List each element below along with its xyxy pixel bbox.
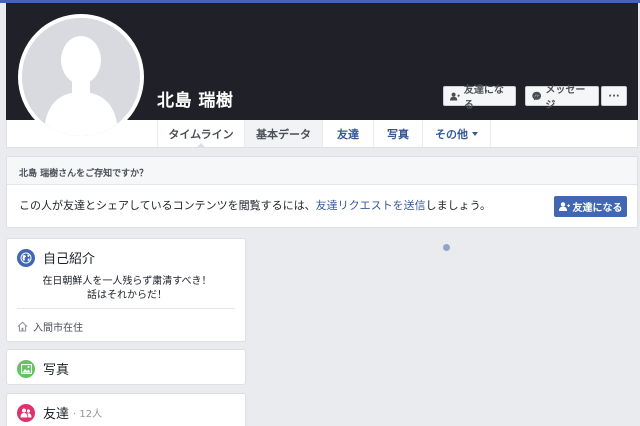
message-label: メッセージ [545, 85, 586, 111]
friends-title: 友達 [43, 407, 70, 422]
tab-timeline[interactable]: タイムライン [157, 120, 245, 148]
messenger-icon [532, 91, 542, 101]
add-friend-primary-label: 友達になる [572, 203, 623, 214]
intro-divider [17, 308, 235, 309]
add-friend-label: 友達になる [463, 85, 504, 111]
add-friend-primary-button[interactable]: 友達になる [554, 196, 627, 217]
tab-more[interactable]: その他 [423, 120, 491, 147]
intro-location: 入間市在住 [17, 319, 83, 334]
person-add-icon [558, 202, 570, 211]
intro-title: 自己紹介 [43, 252, 96, 267]
more-options-label: ··· [608, 90, 620, 102]
photos-title: 写真 [43, 363, 70, 378]
tab-photos[interactable]: 写真 [374, 120, 423, 147]
friends-card: 友達 · 12人 [6, 393, 246, 426]
tab-more-label: その他 [435, 127, 468, 141]
intro-bio-line-1: 在日朝鮮人を一人残らず粛清すべき！ [42, 276, 212, 287]
send-friend-request-link[interactable]: 友達リクエストを送信 [316, 199, 426, 212]
intro-card: 自己紹介 在日朝鮮人を一人残らず粛清すべき！ 話はそれからだ！ 入間市在住 [6, 238, 246, 342]
intro-bio: 在日朝鮮人を一人残らず粛清すべき！ 話はそれからだ！ [7, 275, 247, 303]
profile-picture[interactable] [18, 14, 144, 140]
do-you-know-text: この人が友達とシェアしているコンテンツを閲覧するには、友達リクエストを送信しまし… [19, 197, 491, 213]
home-icon [17, 321, 28, 332]
person-add-icon [450, 92, 460, 101]
tab-timeline-label: タイムライン [168, 127, 234, 141]
photos-header[interactable]: 写真 [17, 359, 69, 378]
add-friend-button[interactable]: 友達になる [443, 85, 516, 111]
tab-friends-label: 友達 [337, 127, 359, 141]
message-button[interactable]: メッセージ [525, 85, 599, 111]
tab-friends[interactable]: 友達 [323, 120, 374, 147]
default-avatar-icon [22, 18, 140, 136]
more-options-button[interactable]: ··· [601, 86, 627, 106]
friends-count: · 12人 [73, 409, 103, 420]
loading-indicator [443, 244, 450, 251]
tab-about[interactable]: 基本データ [245, 120, 323, 147]
do-you-know-text-before: この人が友達とシェアしているコンテンツを閲覧するには、 [19, 199, 316, 212]
photo-icon [17, 359, 35, 378]
photos-card: 写真 [6, 349, 246, 385]
do-you-know-text-after: しましょう。 [425, 199, 492, 212]
do-you-know-header: 北島 瑞樹さんをご存知ですか？ [7, 157, 637, 185]
intro-bio-line-2: 話はそれからだ！ [87, 290, 167, 301]
profile-name[interactable]: 北島 瑞樹 [157, 86, 233, 111]
tab-about-label: 基本データ [256, 127, 311, 141]
intro-location-label[interactable]: 入間市在住 [33, 319, 83, 334]
friends-header[interactable]: 友達 · 12人 [17, 403, 102, 422]
do-you-know-box: 北島 瑞樹さんをご存知ですか？ この人が友達とシェアしているコンテンツを閲覧する… [6, 156, 638, 228]
chevron-down-icon [472, 131, 478, 136]
tab-photos-label: 写真 [387, 127, 409, 141]
friends-icon [17, 403, 35, 422]
globe-icon [17, 248, 35, 267]
intro-header: 自己紹介 [17, 248, 95, 267]
